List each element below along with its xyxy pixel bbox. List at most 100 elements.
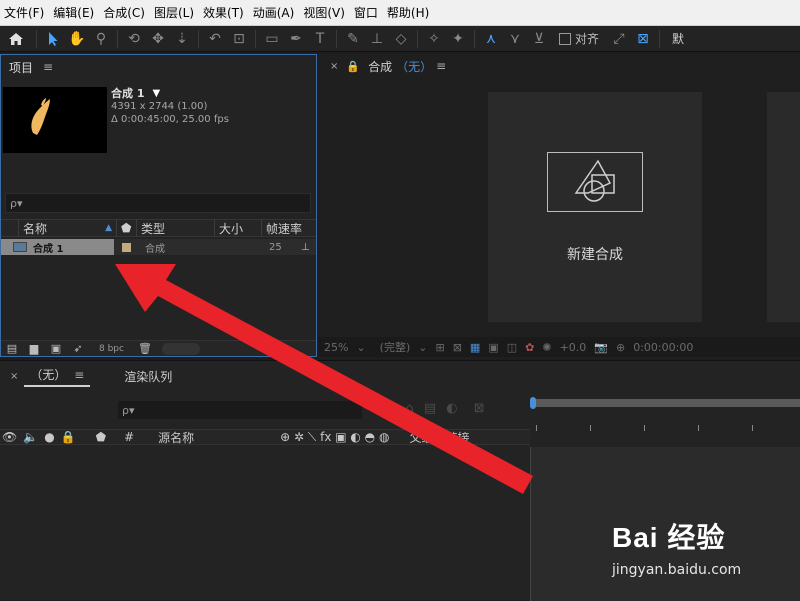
project-panel-title[interactable]: 项目 [9,59,33,76]
snap-feather-icon[interactable]: ⤢ [608,28,630,50]
project-item-name-cell[interactable]: 合成 1 [1,239,114,255]
project-panel: 项目 ≡ 合成 1 ▼ 4391 x 2744 (1.00) Δ 0:00:45… [0,54,317,357]
column-type[interactable]: 类型 [137,219,215,237]
clone-stamp-tool-icon[interactable]: ⊥ [366,28,388,50]
render-queue-tab[interactable]: 渲染队列 [118,368,178,385]
draft-3d-icon[interactable]: ⤷ [388,401,395,416]
selection-tool-icon[interactable] [42,28,64,50]
video-visibility-icon[interactable]: 👁 [2,430,17,444]
new-composition-button[interactable]: 新建合成 [488,92,702,322]
rectangle-tool-icon[interactable]: ▭ [261,28,283,50]
hide-shy-layers-icon[interactable]: ⌂ [405,401,413,416]
magnification-dropdown[interactable]: 25% [324,341,348,354]
puppet-pin-tool-icon[interactable]: ✦ [447,28,469,50]
current-time-display[interactable]: 0:00:00:00 [633,341,693,354]
search-icon: ρ▾ [122,403,135,417]
snapping-checkbox[interactable] [559,32,571,45]
roto-brush-tool-icon[interactable]: ✧ [423,28,445,50]
bit-depth-label[interactable]: 8 bpc [99,344,124,354]
toolbar-divider [255,29,256,48]
column-framerate[interactable]: 帧速率 [262,219,316,237]
close-icon[interactable]: × [10,371,18,382]
project-item-row[interactable]: 合成 1 合成 25 ⊥ [1,239,316,255]
solo-icon[interactable]: ● [44,430,54,444]
text-tool-icon[interactable]: T [309,28,331,50]
workspace-label[interactable]: 默 [672,30,684,47]
chevron-down-icon[interactable]: ⌄ [356,341,365,354]
time-ruler[interactable] [530,397,800,447]
menu-view[interactable]: 视图(V) [301,4,352,21]
flowchart-icon[interactable]: ⊥ [301,242,310,253]
menu-file[interactable]: 文件(F) [2,4,51,21]
dolly-camera-icon[interactable]: ⇣ [171,28,193,50]
tag-column-icon[interactable]: ⬟ [117,219,137,237]
camera-icon[interactable]: 📷 [594,341,608,354]
menu-window[interactable]: 窗口 [352,4,385,21]
mask-visibility-icon[interactable]: ▣ [488,341,498,354]
audio-icon[interactable]: 🔈 [23,430,38,444]
panel-menu-icon[interactable]: ≡ [43,60,53,74]
zoom-tool-icon[interactable]: ⚲ [90,28,112,50]
panel-menu-icon[interactable]: ≡ [436,59,446,73]
delete-icon[interactable]: 🗑 [134,342,156,355]
chevron-down-icon[interactable]: ⌄ [418,341,427,354]
lock-icon[interactable]: 🔒 [346,60,360,73]
menu-help[interactable]: 帮助(H) [385,4,436,21]
hand-tool-icon[interactable]: ✋ [66,28,88,50]
anchor-point-tool-icon[interactable]: ⊡ [228,28,250,50]
menu-edit[interactable]: 编辑(E) [51,4,101,21]
channel-icon[interactable]: ◫ [507,341,517,354]
column-size[interactable]: 大小 [215,219,262,237]
pan-camera-icon[interactable]: ✥ [147,28,169,50]
resolution-dropdown[interactable]: (完整) [380,339,411,355]
snapshot-icon[interactable]: ⊞ [435,341,444,354]
exposure-value[interactable]: +0.0 [560,341,587,354]
pen-tool-icon[interactable]: ✒ [285,28,307,50]
menu-animation[interactable]: 动画(A) [251,4,302,21]
eraser-tool-icon[interactable]: ◇ [390,28,412,50]
render-queue-icon[interactable]: ➶ [67,342,89,355]
world-axis-mode-icon[interactable]: ⋎ [504,28,526,50]
region-of-interest-icon[interactable]: ⊠ [453,341,462,354]
work-area-bar[interactable] [534,399,800,407]
lock-icon[interactable]: 🔒 [61,430,76,444]
playhead-marker[interactable] [530,397,536,409]
home-icon[interactable] [1,28,31,50]
show-snapshot-icon[interactable]: ⊕ [616,341,625,354]
new-folder-icon[interactable]: ▆ [23,342,45,355]
label-color-swatch[interactable] [122,242,131,252]
menu-composition[interactable]: 合成(C) [101,4,152,21]
view-axis-mode-icon[interactable]: ⊻ [528,28,550,50]
rotate-tool-icon[interactable]: ↶ [204,28,226,50]
motion-blur-icon[interactable]: ◐ [446,401,457,416]
label-tag-icon[interactable]: ⬟ [96,430,106,444]
column-name[interactable]: 名称 ▲ [19,219,117,237]
menu-effect[interactable]: 效果(T) [201,4,251,21]
interpret-footage-icon[interactable]: ▤ [1,342,23,355]
menu-layer[interactable]: 图层(L) [152,4,201,21]
color-management-icon[interactable]: ✿ [525,341,534,354]
snap-grid-icon[interactable]: ⊠ [632,28,654,50]
composition-tab[interactable]: × 🔒 合成 （无） ≡ [318,54,800,78]
project-search-input[interactable]: ρ▾ [5,193,311,213]
snapping-toggle[interactable]: 对齐 [551,30,607,47]
timeline-tab-none[interactable]: （无） ≡ [24,366,91,387]
frame-blending-icon[interactable]: ▤ [424,401,436,416]
sort-ascending-icon[interactable]: ▲ [105,223,112,233]
caret-down-icon[interactable]: ▼ [152,87,160,100]
graph-editor-icon[interactable]: ⊠ [474,401,485,416]
composition-viewer-controls: 25% ⌄ (完整) ⌄ ⊞ ⊠ ▦ ▣ ◫ ✿ ✺ +0.0 📷 ⊕ 0:00… [318,337,800,357]
panel-menu-icon[interactable]: ≡ [74,368,84,382]
exposure-reset-icon[interactable]: ✺ [542,341,551,354]
footer-scrollbar[interactable] [161,342,200,355]
close-icon[interactable]: × [330,61,338,72]
local-axis-mode-icon[interactable]: ⋏ [480,28,502,50]
new-composition-icon[interactable]: ▣ [45,342,67,355]
parent-link-header[interactable]: 父级和链接 [409,429,469,446]
timeline-search-input[interactable]: ρ▾ [118,401,362,419]
source-composition-tile[interactable] [767,92,800,322]
source-name-header[interactable]: 源名称 [158,429,194,446]
brush-tool-icon[interactable]: ✎ [342,28,364,50]
orbit-camera-icon[interactable]: ⟲ [123,28,145,50]
transparency-grid-icon[interactable]: ▦ [470,341,480,354]
